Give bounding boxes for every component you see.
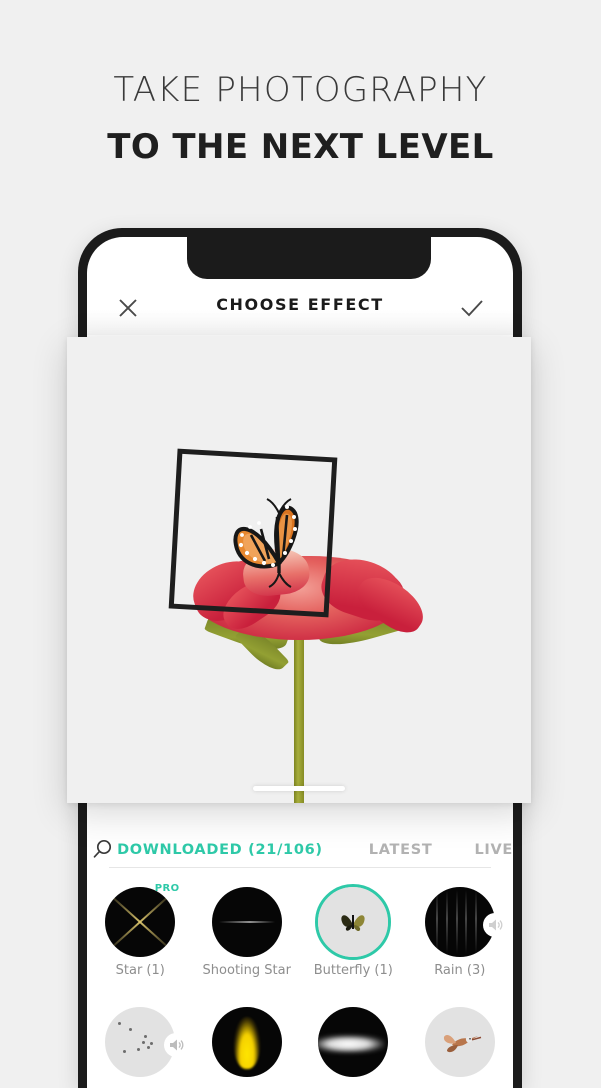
effect-item-butterfly[interactable]: Butterfly (1)	[300, 881, 407, 1001]
speaker-icon[interactable]	[485, 915, 505, 935]
headline: TAKE PHOTOGRAPHY TO THE NEXT LEVEL	[0, 0, 601, 168]
effect-thumbnail-selected	[315, 884, 392, 960]
effect-item-birds[interactable]	[87, 1001, 194, 1088]
shooting-star-art-icon	[211, 887, 282, 957]
star-art-icon	[105, 887, 176, 957]
home-indicator-bar[interactable]	[253, 786, 345, 791]
checkmark-icon[interactable]	[455, 291, 489, 325]
hummingbird-art-icon	[424, 1007, 495, 1077]
tabbar-divider	[109, 867, 491, 868]
tab-live[interactable]: LIVE	[474, 842, 513, 858]
preview-canvas	[67, 337, 531, 803]
effect-thumbnail	[211, 1007, 282, 1077]
search-icon[interactable]	[87, 838, 117, 862]
effect-item-star[interactable]: PRO Star (1)	[87, 881, 194, 1001]
effect-label: Star (1)	[115, 963, 165, 978]
effect-thumbnail	[211, 887, 282, 957]
phone-notch	[187, 237, 431, 279]
monarch-butterfly-icon[interactable]	[217, 477, 335, 595]
pro-badge: PRO	[154, 883, 180, 894]
effect-label: Shooting Star	[202, 963, 291, 978]
effect-item-flame[interactable]	[194, 1001, 301, 1088]
headline-line-2: TO THE NEXT LEVEL	[107, 127, 494, 167]
effect-label: Butterfly (1)	[313, 963, 393, 978]
tab-latest[interactable]: LATEST	[369, 842, 433, 858]
effect-item-hummingbird[interactable]	[407, 1001, 514, 1088]
app-header-title: CHOOSE EFFECT	[216, 295, 384, 314]
effect-item-smoke[interactable]	[300, 1001, 407, 1088]
tab-downloaded[interactable]: DOWNLOADED (21/106)	[117, 842, 323, 858]
app-header: CHOOSE EFFECT	[87, 279, 513, 335]
effect-thumbnail	[424, 1007, 495, 1077]
effect-label: Rain (3)	[434, 963, 486, 978]
speaker-icon[interactable]	[166, 1035, 186, 1055]
effect-thumbnail	[318, 1007, 389, 1077]
effects-grid: PRO Star (1) Shooting Star Butterfly (1)…	[87, 881, 513, 1088]
flame-art-icon	[211, 1007, 282, 1077]
smoke-art-icon	[318, 1007, 389, 1077]
butterfly-art-icon	[318, 887, 389, 957]
effect-item-rain[interactable]: Rain (3)	[407, 881, 514, 1001]
effect-item-shooting-star[interactable]: Shooting Star	[194, 881, 301, 1001]
preview-card[interactable]	[67, 337, 531, 803]
effect-thumbnail	[105, 887, 176, 957]
headline-line-1: TAKE PHOTOGRAPHY	[113, 70, 488, 110]
